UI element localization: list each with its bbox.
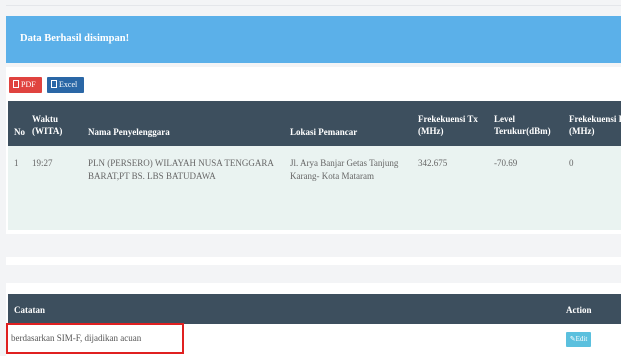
note-text: berdasarkan SIM-F, dijadikan acuan <box>11 333 142 343</box>
success-alert-message: Data Berhasil disimpan! <box>20 33 130 44</box>
header-frek-r: Frekekuensi R (MHz) <box>569 113 621 137</box>
export-pdf-label: PDF <box>21 80 36 89</box>
file-excel-icon <box>51 80 57 88</box>
header-frek-tx: Frekekuensi Tx (MHz) <box>418 113 478 137</box>
cell-no: 1 <box>14 158 19 168</box>
cell-lokasi-line2: Karang- Kota Mataram <box>290 171 374 181</box>
header-level: Level Terukur(dBm) <box>494 113 551 137</box>
cell-lokasi-line1: Jl. Arya Banjar Getas Tanjung <box>290 158 399 168</box>
file-pdf-icon <box>13 80 19 88</box>
cell-level: -70.69 <box>494 158 518 168</box>
cell-penyelenggara-line2: BARAT,PT BS. LBS BATUDAWA <box>88 171 216 181</box>
header-lokasi: Lokasi Pemancar <box>290 127 358 137</box>
header-action: Action <box>566 305 592 315</box>
header-waktu-line1: Waktu <box>32 114 59 124</box>
edit-button[interactable]: ✎Edit <box>566 332 591 347</box>
table-row: 1 19:27 PLN (PERSERO) WILAYAH NUSA TENGG… <box>8 146 621 230</box>
header-waktu: Waktu (WITA) <box>32 113 62 137</box>
top-divider <box>6 5 621 6</box>
cell-waktu: 19:27 <box>32 158 53 168</box>
header-catatan: Catatan <box>14 305 45 315</box>
header-frek-r-line2: (MHz) <box>569 126 595 136</box>
export-excel-label: Excel <box>59 80 78 89</box>
header-penyelenggara: Nama Penyelenggara <box>88 127 170 137</box>
header-level-line1: Level <box>494 114 515 124</box>
header-waktu-line2: (WITA) <box>32 126 63 136</box>
cell-penyelenggara: PLN (PERSERO) WILAYAH NUSA TENGGARA BARA… <box>88 157 274 183</box>
cell-lokasi: Jl. Arya Banjar Getas Tanjung Karang- Ko… <box>290 157 398 183</box>
empty-panel <box>6 257 621 265</box>
cell-penyelenggara-line1: PLN (PERSERO) WILAYAH NUSA TENGGARA <box>88 158 274 168</box>
cell-frek-tx: 342.675 <box>418 158 448 168</box>
header-frek-tx-line2: (MHz) <box>418 126 444 136</box>
export-pdf-button[interactable]: PDF <box>9 77 42 93</box>
notes-table-header: Catatan Action <box>8 294 621 324</box>
export-excel-button[interactable]: Excel <box>47 77 84 93</box>
success-alert: Data Berhasil disimpan! <box>6 16 621 63</box>
note-text-highlighted: berdasarkan SIM-F, dijadikan acuan <box>6 323 184 354</box>
header-level-line2: Terukur(dBm) <box>494 126 551 136</box>
header-frek-tx-line1: Frekekuensi Tx <box>418 114 478 124</box>
header-frek-r-line1: Frekekuensi R <box>569 114 621 124</box>
edit-label: Edit <box>575 335 588 343</box>
cell-frek-r: 0 <box>569 158 574 168</box>
measurement-table-header: No Waktu (WITA) Nama Penyelenggara Lokas… <box>8 101 621 146</box>
header-no: No <box>14 127 25 137</box>
